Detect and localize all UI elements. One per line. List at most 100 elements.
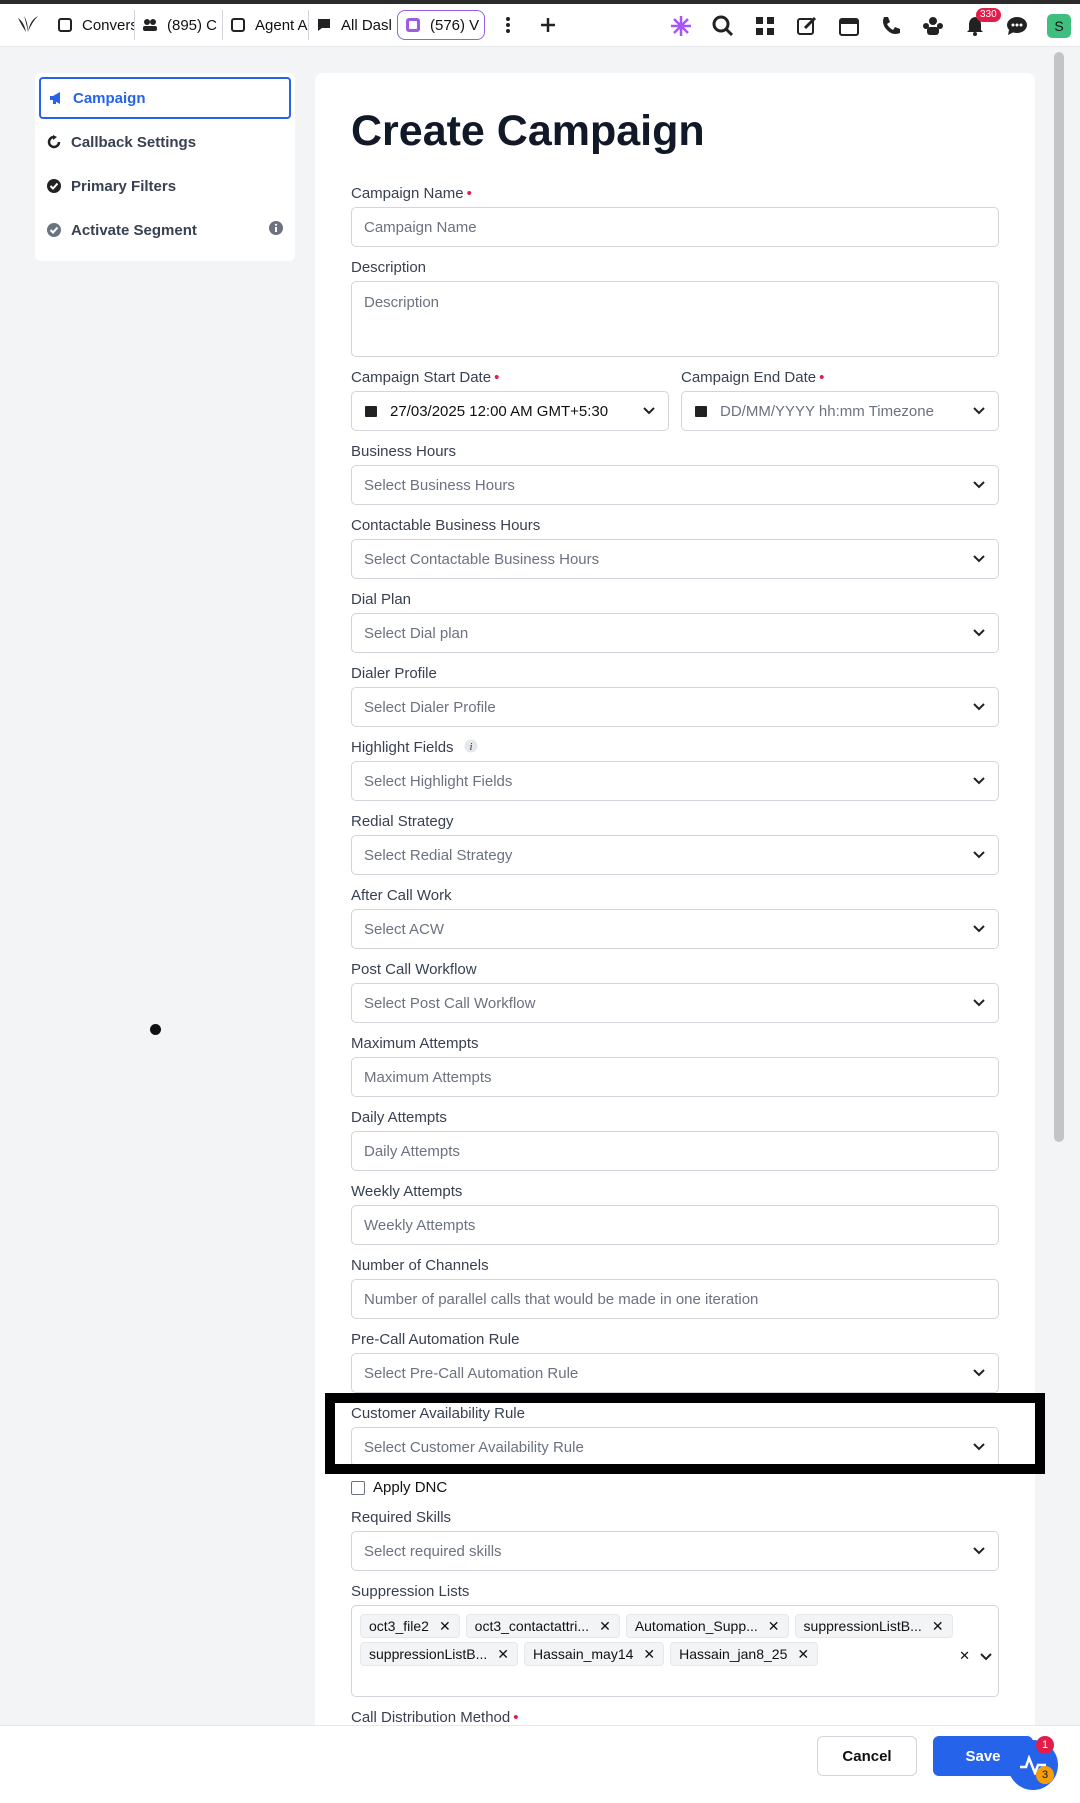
sparkle-icon[interactable] (660, 4, 702, 47)
after-call-work-label: After Call Work (351, 887, 452, 904)
search-icon[interactable] (702, 4, 744, 47)
sidebar-item-label: Campaign (73, 89, 146, 107)
sidebar-item-primary-filters[interactable]: Primary Filters (39, 165, 291, 207)
browser-tab[interactable]: All Dash (309, 10, 391, 40)
after-call-work-select[interactable]: Select ACW (351, 909, 999, 949)
chevron-down-icon (972, 848, 986, 862)
campaign-name-input[interactable]: Campaign Name (351, 207, 999, 247)
browser-tab[interactable]: Convers (50, 10, 135, 40)
tab-label: All Dash (341, 16, 391, 34)
bell-icon[interactable]: 330 (954, 4, 1001, 47)
sidebar: Campaign Callback Settings Primary Filte… (35, 73, 295, 261)
remove-chip-icon[interactable]: ✕ (932, 1618, 944, 1635)
suppression-lists-multiselect[interactable]: oct3_file2 ✕ oct3_contactattri... ✕ Automa… (351, 1605, 999, 1697)
fab-badge: 1 (1036, 1736, 1054, 1754)
business-hours-select[interactable]: Select Business Hours (351, 465, 999, 505)
remove-chip-icon[interactable]: ✕ (768, 1618, 780, 1635)
plus-icon[interactable] (533, 10, 563, 40)
description-label: Description (351, 259, 427, 276)
calendar-icon (364, 404, 378, 418)
tab-app-icon (404, 16, 422, 34)
browser-tab[interactable]: Agent A (223, 10, 309, 40)
scrollbar-thumb[interactable] (1054, 52, 1064, 1142)
max-attempts-input[interactable]: Maximum Attempts (351, 1057, 999, 1097)
weekly-attempts-input[interactable]: Weekly Attempts (351, 1205, 999, 1245)
browser-tab[interactable]: (895) C (135, 10, 223, 40)
pre-call-rule-label: Pre-Call Automation Rule (351, 1331, 520, 1348)
cancel-button[interactable]: Cancel (817, 1736, 917, 1776)
pre-call-rule-select[interactable]: Select Pre-Call Automation Rule (351, 1353, 999, 1393)
daily-attempts-label: Daily Attempts (351, 1109, 447, 1126)
post-call-workflow-select[interactable]: Select Post Call Workflow (351, 983, 999, 1023)
num-channels-label: Number of Channels (351, 1257, 489, 1274)
tab-label: Convers (82, 16, 135, 34)
description-textarea[interactable]: Description (351, 281, 999, 357)
chip-list: oct3_file2 ✕ oct3_contactattri... ✕ Automa… (360, 1614, 959, 1668)
dial-plan-select[interactable]: Select Dial plan (351, 613, 999, 653)
tab-label: (576) V (430, 16, 480, 34)
grid-icon[interactable] (744, 4, 786, 47)
svg-text:i: i (469, 742, 472, 753)
tab-app-icon (56, 16, 74, 34)
chevron-down-icon[interactable] (980, 1648, 992, 1665)
chevron-down-icon (972, 626, 986, 640)
campaign-name-label: Campaign Name • (351, 185, 472, 202)
callback-icon (47, 135, 61, 149)
agents-icon[interactable] (912, 4, 954, 47)
top-navigation-bar: Convers (895) C Agent A All Dash (576) V… (0, 0, 1080, 47)
remove-chip-icon[interactable]: ✕ (439, 1618, 451, 1635)
sidebar-item-activate-segment[interactable]: Activate Segment (39, 209, 291, 251)
fab-badge: 3 (1036, 1766, 1054, 1784)
chevron-down-icon (972, 404, 986, 418)
chevron-down-icon (972, 1544, 986, 1558)
chevron-down-icon (972, 996, 986, 1010)
people-icon (141, 16, 159, 34)
chevron-down-icon (642, 404, 656, 418)
check-circle-icon (47, 223, 61, 237)
chevron-down-icon (972, 774, 986, 788)
sprinklr-logo-icon[interactable] (14, 11, 42, 39)
more-icon[interactable] (493, 10, 523, 40)
required-skills-select[interactable]: Select required skills (351, 1531, 999, 1571)
contactable-hours-label: Contactable Business Hours (351, 517, 541, 534)
clear-all-icon[interactable]: ✕ (959, 1648, 970, 1664)
dialer-profile-select[interactable]: Select Dialer Profile (351, 687, 999, 727)
megaphone-icon (49, 91, 63, 105)
highlight-fields-label: Highlight Fields i (351, 739, 478, 757)
info-icon[interactable]: i (464, 739, 478, 757)
end-date-picker[interactable]: DD/MM/YYYY hh:mm Timezone (681, 391, 999, 431)
calendar-icon[interactable] (828, 4, 870, 47)
user-avatar[interactable]: S (1038, 4, 1080, 47)
num-channels-input[interactable]: Number of parallel calls that would be m… (351, 1279, 999, 1319)
chevron-down-icon (972, 700, 986, 714)
contactable-hours-select[interactable]: Select Contactable Business Hours (351, 539, 999, 579)
apply-dnc-label: Apply DNC (373, 1479, 448, 1496)
tab-app-icon (229, 16, 247, 34)
suppression-chip: Automation_Supp... ✕ (625, 1614, 789, 1638)
browser-tab-active[interactable]: (576) V (397, 10, 485, 40)
remove-chip-icon[interactable]: ✕ (599, 1618, 611, 1635)
suppression-chip: oct3_contactattri... ✕ (465, 1614, 620, 1638)
daily-attempts-input[interactable]: Daily Attempts (351, 1131, 999, 1171)
phone-icon[interactable] (870, 4, 912, 47)
edit-icon[interactable] (786, 4, 828, 47)
remove-chip-icon[interactable]: ✕ (497, 1646, 509, 1663)
sidebar-item-callback-settings[interactable]: Callback Settings (39, 121, 291, 163)
remove-chip-icon[interactable]: ✕ (643, 1646, 655, 1663)
sidebar-item-campaign[interactable]: Campaign (39, 77, 291, 119)
highlight-fields-select[interactable]: Select Highlight Fields (351, 761, 999, 801)
call-distribution-label: Call Distribution Method • (351, 1709, 519, 1725)
info-icon[interactable] (269, 221, 283, 239)
chat-icon[interactable] (996, 4, 1038, 47)
redial-strategy-select[interactable]: Select Redial Strategy (351, 835, 999, 875)
calendar-icon (694, 404, 708, 418)
max-attempts-label: Maximum Attempts (351, 1035, 479, 1052)
remove-chip-icon[interactable]: ✕ (797, 1646, 809, 1663)
chevron-down-icon (972, 552, 986, 566)
tab-label: Agent A (255, 16, 308, 34)
start-date-picker[interactable]: 27/03/2025 12:00 AM GMT+5:30 (351, 391, 669, 431)
apply-dnc-checkbox[interactable] (351, 1480, 365, 1495)
suppression-lists-label: Suppression Lists (351, 1583, 470, 1600)
dial-plan-label: Dial Plan (351, 591, 412, 608)
footer-action-bar (0, 1725, 1080, 1803)
